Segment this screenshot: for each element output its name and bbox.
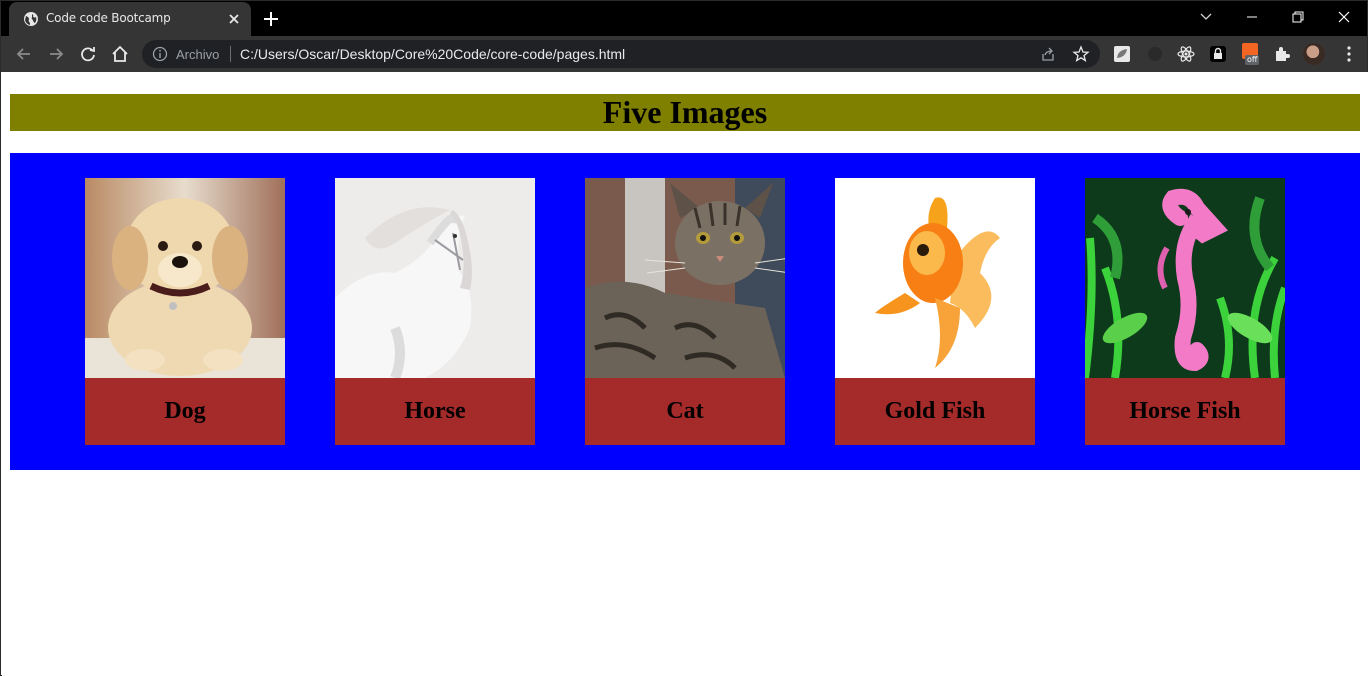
minimize-icon [1247, 16, 1257, 18]
horse-image [335, 178, 535, 378]
minimize-button[interactable] [1229, 1, 1275, 34]
restore-icon [1292, 11, 1304, 23]
card-caption: Cat [585, 378, 785, 445]
back-arrow-icon[interactable] [13, 43, 35, 65]
card-cat: Cat [585, 178, 785, 445]
bookmark-star-icon[interactable] [1072, 45, 1090, 63]
close-icon [1338, 11, 1350, 23]
page-title: Five Images [10, 94, 1360, 131]
dog-image [85, 178, 285, 378]
new-tab-icon[interactable] [261, 9, 281, 29]
restore-button[interactable] [1275, 1, 1321, 34]
card-gold-fish: Gold Fish [835, 178, 1035, 445]
info-icon[interactable] [152, 46, 168, 62]
card-horse: Horse [335, 178, 535, 445]
cat-image [585, 178, 785, 378]
image-gallery: Dog Horse Cat Gold Fish Horse Fish [10, 153, 1360, 470]
tab-title: Code code Bootcamp [46, 11, 171, 25]
omnibox-divider [230, 46, 231, 62]
extension-dark-icon[interactable] [1146, 45, 1164, 63]
tab-strip: Code code Bootcamp [1, 1, 1367, 36]
menu-kebab-icon[interactable] [1341, 45, 1357, 63]
lock-extension-icon[interactable] [1209, 45, 1227, 63]
close-tab-icon[interactable] [225, 10, 243, 28]
page-viewport: Five Images Dog Horse Cat Gold Fish Hors… [2, 72, 1368, 676]
extension-leaf-icon[interactable] [1113, 45, 1131, 63]
address-bar[interactable]: Archivo C:/Users/Oscar/Desktop/Core%20Co… [142, 40, 1100, 68]
share-icon[interactable] [1040, 46, 1056, 62]
tab-search-button[interactable] [1183, 1, 1229, 34]
card-horse-fish: Horse Fish [1085, 178, 1285, 445]
card-dog: Dog [85, 178, 285, 445]
home-icon[interactable] [109, 43, 131, 65]
tab-active[interactable]: Code code Bootcamp [9, 2, 251, 36]
globe-icon [24, 12, 38, 26]
chevron-down-icon [1200, 13, 1212, 20]
close-window-button[interactable] [1321, 1, 1367, 34]
extensions-puzzle-icon[interactable] [1273, 45, 1291, 63]
browser-toolbar: Archivo C:/Users/Oscar/Desktop/Core%20Co… [1, 36, 1367, 72]
profile-avatar[interactable] [1303, 43, 1325, 65]
reload-icon[interactable] [77, 43, 99, 65]
extension-badge-text: off [1245, 55, 1260, 65]
extension-badge-off[interactable]: off [1241, 42, 1265, 66]
goldfish-image [835, 178, 1035, 378]
card-caption: Dog [85, 378, 285, 445]
url-text[interactable]: C:/Users/Oscar/Desktop/Core%20Code/core-… [240, 46, 625, 62]
react-devtools-icon[interactable] [1177, 45, 1195, 63]
card-caption: Gold Fish [835, 378, 1035, 445]
scheme-label: Archivo [176, 47, 220, 62]
forward-arrow-icon[interactable] [45, 43, 67, 65]
seahorse-image [1085, 178, 1285, 378]
browser-window: Code code Bootcamp Archivo C:/Users/Osca… [0, 0, 1368, 676]
card-caption: Horse [335, 378, 535, 445]
card-caption: Horse Fish [1085, 378, 1285, 445]
